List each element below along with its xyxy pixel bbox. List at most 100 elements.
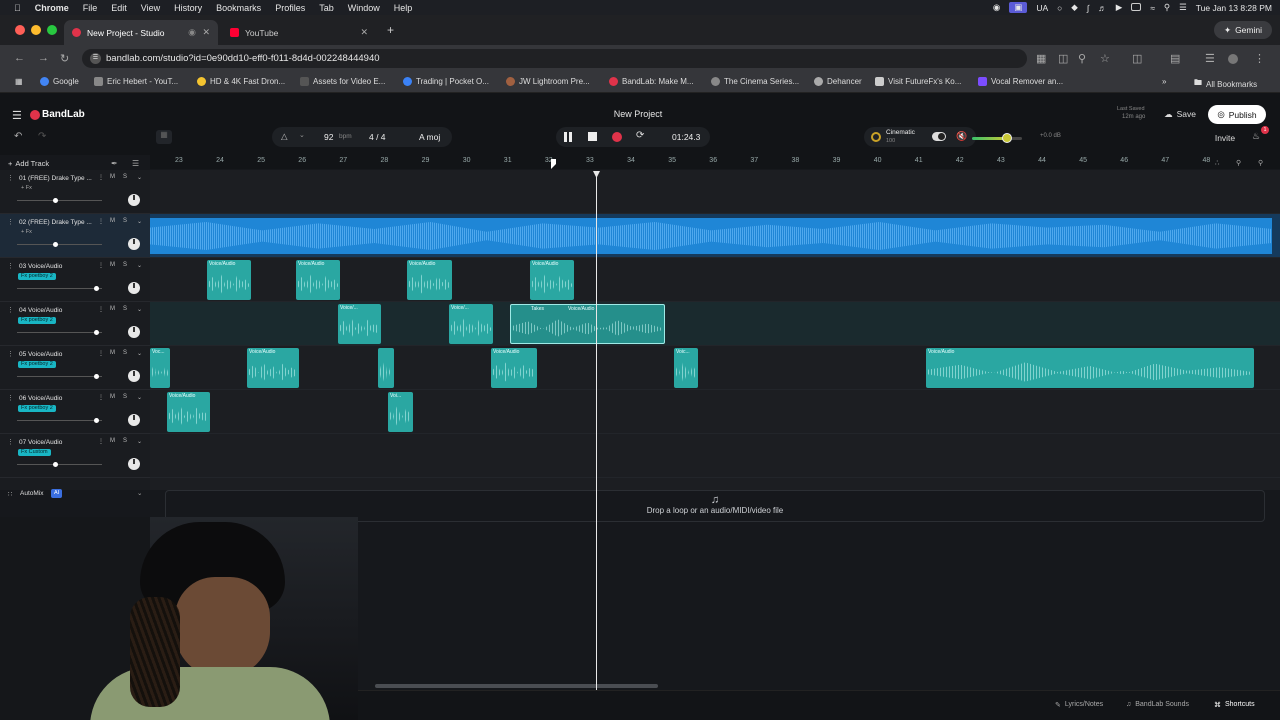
solo-button[interactable]: S [123,218,127,224]
close-tab-icon[interactable]: ✕ [360,27,368,38]
volume-knob[interactable] [53,462,58,467]
chevron-down-icon[interactable]: ⌄ [137,350,142,357]
extensions-icon[interactable]: ◫ [1132,52,1142,65]
address-bar[interactable]: ☰ bandlab.com/studio?id=0e90dd10-eff0-f0… [82,49,1027,68]
solo-button[interactable]: S [123,394,127,400]
creative-cloud-icon[interactable]: ○ [1057,3,1062,13]
track-name[interactable]: 03 Voice/Audio [19,263,62,270]
lane-04[interactable]: Voice/... Voice/... Takes Voice/Audio [150,302,1280,346]
audio-clip[interactable]: Voice/Audio [926,348,1254,388]
screen-record-icon[interactable]: ▣ [1009,2,1028,13]
site-info-icon[interactable]: ☰ [90,53,101,64]
audio-clip[interactable]: Voice/Audio [491,348,537,388]
zoom-window-button[interactable] [47,25,57,35]
undo-icon[interactable]: ↶ [14,131,22,142]
tab-youtube[interactable]: YouTube ✕ [222,20,376,45]
lane-01[interactable] [150,170,1280,214]
track-options-icon[interactable]: ☰ [132,159,139,168]
menu-app[interactable]: Chrome [35,3,69,13]
solo-button[interactable]: S [123,306,127,312]
bookmark-cinema[interactable]: The Cinema Series... [711,77,799,86]
time-signature[interactable]: 4 / 4 [369,132,386,142]
menu-view[interactable]: View [141,3,160,13]
gemini-button[interactable]: ✦ Gemini [1213,21,1272,39]
audio-clip[interactable]: Voice/... [338,304,381,344]
bookmark-eric-hebert[interactable]: Eric Hebert - YouT... [94,77,178,86]
wifi-icon[interactable]: ≈ [1150,3,1155,13]
record-icon[interactable] [612,132,622,142]
track-menu-icon[interactable]: ⋮ [98,174,104,181]
close-tab-icon[interactable]: ✕ [202,27,210,38]
track-header[interactable]: ⋮ 06 Voice/Audio Fx poetboy 2 ⋮ M S ⌄ [0,390,150,434]
solo-button[interactable]: S [123,438,127,444]
chevron-down-icon[interactable]: ⌄ [137,489,142,497]
metronome-icon[interactable]: △ [281,131,288,142]
headphones-icon[interactable]: ◉ [993,2,1000,13]
reader-mode-icon[interactable]: ▦ [1036,52,1046,65]
bookmark-lightroom[interactable]: JW Lightroom Pre... [506,77,590,86]
audio-clip[interactable]: Voice/Audio [207,260,251,300]
track-header[interactable]: ⋮ 03 Voice/Audio Fx poetboy 2 ⋮ M S ⌄ [0,258,150,302]
master-volume-knob[interactable] [1002,133,1012,143]
drag-handle-icon[interactable]: ⋮ [7,350,14,358]
fx-badge[interactable]: Fx poetboy 2 [18,361,56,368]
track-header[interactable]: ⋮ 07 Voice/Audio Fx Custom ⋮ M S ⌄ [0,434,150,478]
mute-button[interactable]: M [110,350,115,356]
redo-icon[interactable]: ↷ [38,131,46,142]
drag-handle-icon[interactable]: ⋮ [7,174,14,182]
invite-button[interactable]: Invite [1209,129,1241,146]
track-menu-icon[interactable]: ⋮ [98,262,104,269]
volume-knob[interactable] [94,286,99,291]
fx-badge[interactable]: Fx poetboy 2 [18,273,56,280]
track-volume-slider[interactable] [17,198,102,203]
beat-region[interactable] [150,218,1272,254]
back-icon[interactable]: ← [14,52,25,64]
volume-knob[interactable] [53,242,58,247]
stop-icon[interactable] [588,132,597,141]
audio-playing-icon[interactable]: ◉ [188,27,196,38]
audio-clip[interactable]: Voi... [388,392,413,432]
track-name[interactable]: 02 (FREE) Drake Type ... [19,219,92,226]
track-name[interactable]: 06 Voice/Audio [19,395,62,402]
control-center-icon[interactable]: ☰ [1179,2,1187,13]
track-volume-slider[interactable] [17,242,102,247]
track-menu-icon[interactable]: ⋮ [98,438,104,445]
track-menu-icon[interactable]: ⋮ [98,218,104,225]
fx-badge[interactable]: Fx poetboy 2 [18,405,56,412]
project-title[interactable]: New Project [560,109,716,119]
fx-badge[interactable]: Fx Custom [18,449,51,456]
chrome-menu-icon[interactable]: ⋮ [1254,52,1265,65]
brand-name[interactable]: BandLab [42,109,85,120]
audio-clip[interactable] [378,348,394,388]
chevron-down-icon[interactable]: ⌄ [137,174,142,181]
volume-knob[interactable] [94,374,99,379]
track-name[interactable]: 01 (FREE) Drake Type ... [19,175,92,182]
menu-help[interactable]: Help [394,3,413,13]
menu-tab[interactable]: Tab [319,3,334,13]
clock[interactable]: Tue Jan 13 8:28 PM [1196,3,1272,13]
audio-clip[interactable]: Voice/Audio [296,260,340,300]
chevron-down-icon[interactable]: ⌄ [137,306,142,313]
bookmark-google[interactable]: Google [40,77,79,86]
loop-icon[interactable]: ⟳ [636,130,644,141]
apps-icon[interactable]: ▦ [15,77,23,86]
audio-clip[interactable]: Voice/... [449,304,493,344]
install-app-icon[interactable]: ◫ [1058,52,1068,65]
solo-button[interactable]: S [123,262,127,268]
chevron-down-icon[interactable]: ⌄ [137,218,142,225]
tab-new-project[interactable]: New Project - Studio ◉ ✕ [64,20,218,45]
audio-clip[interactable]: Voice/Audio [167,392,210,432]
drag-handle-icon[interactable]: ⋮ [7,394,14,402]
menu-profiles[interactable]: Profiles [275,3,305,13]
zoom-out-icon[interactable]: ⚲ [1236,159,1241,167]
save-button[interactable]: ☁ Save [1160,105,1200,123]
bpm-value[interactable]: 92 [324,132,333,142]
add-track-button[interactable]: + Add Track [8,159,49,168]
volume-knob[interactable] [53,198,58,203]
publish-button[interactable]: ◎ Publish [1208,105,1266,124]
bluetooth-icon[interactable]: ∫ [1087,3,1089,13]
minimize-window-button[interactable] [31,25,41,35]
drag-handle-icon[interactable]: ⋮ [7,306,14,314]
audio-clip[interactable]: Voic... [674,348,698,388]
volume-knob[interactable] [94,418,99,423]
